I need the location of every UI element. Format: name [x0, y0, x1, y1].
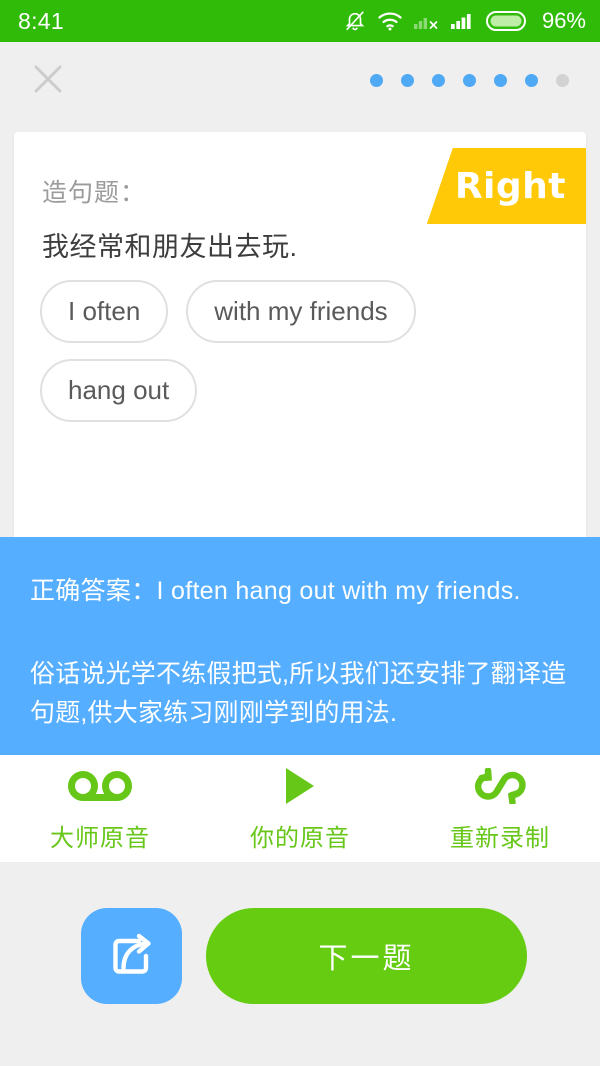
- rerecord-label: 重新录制: [450, 824, 550, 852]
- close-icon: [34, 65, 62, 93]
- next-question-button[interactable]: 下一题: [206, 908, 527, 1004]
- battery-icon: [485, 10, 528, 32]
- progress-dot[interactable]: [432, 74, 445, 87]
- progress-dot[interactable]: [370, 74, 383, 87]
- next-question-label: 下一题: [318, 943, 415, 975]
- notifications-off-icon: [344, 9, 366, 33]
- wifi-icon: [377, 11, 403, 31]
- sim-no-signal-icon: [413, 11, 440, 31]
- answer-explanation-text: 俗话说光学不练假把式,所以我们还安排了翻译造句题,供大家练习刚刚学到的用法.: [30, 660, 567, 727]
- question-type-label: 造句题：: [42, 179, 147, 207]
- share-button[interactable]: [81, 908, 182, 1004]
- question-prompt-text: 我经常和朋友出去玩.: [42, 232, 298, 262]
- answer-chip[interactable]: I often: [40, 280, 169, 343]
- correct-answer-text: 正确答案：I often hang out with my friends.: [30, 577, 521, 605]
- close-button[interactable]: [31, 62, 65, 96]
- your-audio-button[interactable]: 你的原音: [200, 765, 400, 853]
- progress-dot[interactable]: [494, 74, 507, 87]
- correct-answer-panel: 正确答案：I often hang out with my friends. 俗…: [0, 537, 600, 755]
- app-root: 8:41 96% Right 造句题： 我经常和朋友出去玩. I often w…: [0, 0, 600, 1066]
- cellular-signal-icon: [450, 11, 475, 31]
- master-audio-label: 大师原音: [50, 824, 150, 852]
- voicemail-icon: [68, 765, 132, 807]
- play-icon: [282, 765, 318, 807]
- top-navigation: [0, 42, 600, 132]
- master-audio-button[interactable]: 大师原音: [0, 765, 200, 853]
- progress-dot[interactable]: [525, 74, 538, 87]
- share-icon: [112, 933, 151, 974]
- status-icons: 96%: [344, 8, 586, 34]
- your-audio-label: 你的原音: [250, 824, 350, 852]
- rerecord-button[interactable]: 重新录制: [400, 765, 600, 853]
- loop-rerecord-icon: [468, 765, 532, 807]
- answer-chip-list: I often with my friends hang out: [40, 280, 540, 422]
- bottom-button-bar: 下一题: [0, 862, 600, 1066]
- question-card: Right 造句题： 我经常和朋友出去玩. I often with my fr…: [14, 132, 586, 537]
- progress-dots: [370, 74, 569, 87]
- progress-dot[interactable]: [463, 74, 476, 87]
- status-time: 8:41: [18, 7, 64, 34]
- status-badge-label: Right: [454, 165, 566, 207]
- progress-dot[interactable]: [556, 74, 569, 87]
- battery-percent-label: 96%: [541, 8, 586, 33]
- audio-action-bar: 大师原音 你的原音 重新录制: [0, 755, 600, 862]
- progress-dot[interactable]: [401, 74, 414, 87]
- status-badge: Right: [426, 148, 586, 224]
- answer-chip[interactable]: with my friends: [186, 280, 416, 343]
- status-bar: 8:41 96%: [0, 0, 600, 42]
- answer-chip[interactable]: hang out: [40, 359, 198, 422]
